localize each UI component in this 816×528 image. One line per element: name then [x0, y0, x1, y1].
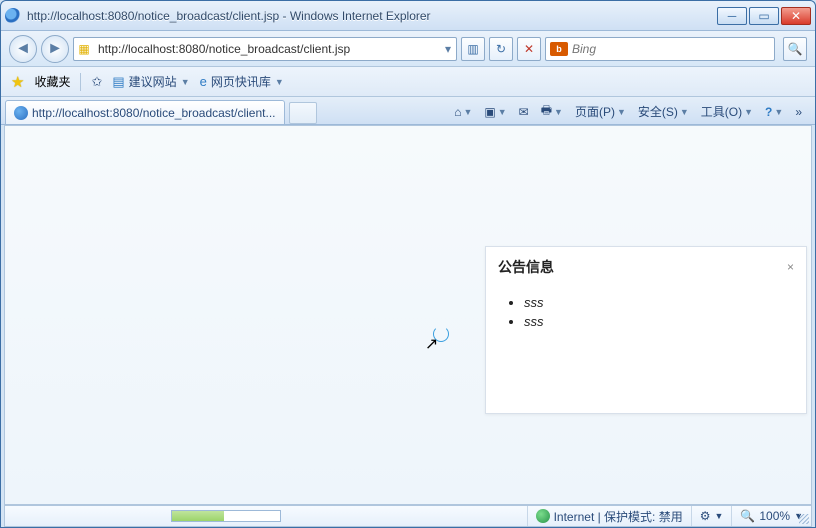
command-bar: ⌂▼ ▣▼ ✉ 🖶▼ 页面(P)▼ 安全(S)▼ 工具(O)▼ ?▼ »: [321, 99, 812, 124]
search-button[interactable]: 🔍: [783, 37, 807, 61]
safety-menu[interactable]: 安全(S)▼: [635, 101, 692, 122]
list-item: sss: [524, 314, 790, 329]
chevron-down-icon: ▼: [181, 77, 190, 87]
page-icon: ▤: [112, 74, 124, 90]
compat-view-button[interactable]: ▥: [461, 37, 485, 61]
favorites-star-icon[interactable]: ★: [11, 73, 24, 91]
safety-menu-label: 安全(S): [638, 103, 678, 120]
notice-list: sss sss: [502, 295, 790, 329]
web-slice-gallery-link[interactable]: e 网页快讯库 ▼: [200, 73, 284, 90]
progress-bar: [171, 510, 281, 522]
stop-button[interactable]: ✕: [517, 37, 541, 61]
read-mail-button[interactable]: ✉: [516, 103, 532, 121]
page-content: 公告信息 × sss sss: [4, 125, 812, 505]
window-buttons: ─ ▭ ✕: [717, 7, 811, 25]
ie-favicon: [5, 8, 21, 24]
print-icon: 🖶: [541, 101, 552, 122]
tab-active[interactable]: http://localhost:8080/notice_broadcast/c…: [5, 100, 285, 124]
tab-bar: http://localhost:8080/notice_broadcast/c…: [1, 97, 815, 125]
favorites-bar: ★ 收藏夹 ✩ ▤ 建议网站 ▼ e 网页快讯库 ▼: [1, 67, 815, 97]
star-plus-icon: ✩: [91, 74, 102, 90]
web-slice-gallery-label: 网页快讯库: [211, 73, 271, 90]
mail-icon: ✉: [519, 105, 529, 119]
notice-title: 公告信息: [498, 257, 554, 277]
search-box[interactable]: b: [545, 37, 775, 61]
close-button[interactable]: ✕: [781, 7, 811, 25]
notice-header: 公告信息 ×: [486, 247, 806, 281]
page-menu-label: 页面(P): [575, 103, 615, 120]
tools-menu[interactable]: 工具(O)▼: [698, 101, 756, 122]
zoom-icon: 🔍: [740, 509, 755, 523]
list-item: sss: [524, 295, 790, 310]
home-button[interactable]: ⌂▼: [451, 103, 475, 121]
add-favorite-button[interactable]: ✩: [91, 74, 102, 90]
ie-icon: e: [200, 74, 207, 89]
home-icon: ⌂: [454, 105, 461, 119]
tab-title: http://localhost:8080/notice_broadcast/c…: [32, 106, 276, 120]
zone-segment[interactable]: Internet | 保护模式: 禁用: [527, 506, 691, 526]
internet-zone-icon: [536, 509, 550, 523]
address-bar[interactable]: ▦ ▾: [73, 37, 457, 61]
chevron-down-icon: ▼: [275, 77, 284, 87]
feeds-button[interactable]: ▣▼: [481, 103, 509, 121]
bing-icon: b: [550, 42, 568, 56]
zoom-label: 100%: [759, 509, 790, 523]
window-title: http://localhost:8080/notice_broadcast/c…: [27, 9, 717, 23]
new-tab-button[interactable]: [289, 102, 317, 124]
shield-icon: ⚙: [700, 509, 711, 523]
refresh-button[interactable]: ↻: [489, 37, 513, 61]
print-button[interactable]: 🖶▼: [538, 99, 566, 124]
address-dropdown-icon[interactable]: ▾: [440, 42, 456, 56]
suggested-sites-link[interactable]: ▤ 建议网站 ▼: [112, 73, 189, 90]
rss-icon: ▣: [484, 105, 495, 119]
maximize-button[interactable]: ▭: [749, 7, 779, 25]
page-menu[interactable]: 页面(P)▼: [572, 101, 629, 122]
back-button[interactable]: ◄: [9, 35, 37, 63]
notice-panel: 公告信息 × sss sss: [485, 246, 807, 414]
progress-fill: [172, 511, 224, 521]
nav-bar: ◄ ► ▦ ▾ ▥ ↻ ✕ b 🔍: [1, 31, 815, 67]
resize-grip[interactable]: [799, 514, 809, 524]
title-bar: http://localhost:8080/notice_broadcast/c…: [1, 1, 815, 31]
help-icon: ?: [765, 105, 772, 119]
protected-mode-button[interactable]: ⚙▼: [691, 506, 732, 526]
separator: [80, 73, 81, 91]
expand-chevron-icon[interactable]: »: [792, 103, 805, 121]
search-input[interactable]: [572, 42, 774, 56]
loading-cursor: [425, 326, 451, 352]
help-button[interactable]: ?▼: [762, 103, 786, 121]
favorites-label[interactable]: 收藏夹: [34, 73, 70, 90]
notice-close-button[interactable]: ×: [787, 260, 794, 274]
address-input[interactable]: [94, 42, 440, 56]
forward-button[interactable]: ►: [41, 35, 69, 63]
page-icon: ▦: [74, 42, 94, 56]
tools-menu-label: 工具(O): [701, 103, 742, 120]
zone-label: Internet | 保护模式: 禁用: [554, 508, 683, 525]
suggested-sites-label: 建议网站: [129, 73, 177, 90]
notice-body: sss sss: [486, 281, 806, 413]
tab-favicon: [14, 106, 28, 120]
status-bar: Internet | 保护模式: 禁用 ⚙▼ 🔍 100% ▼: [4, 505, 812, 527]
minimize-button[interactable]: ─: [717, 7, 747, 25]
